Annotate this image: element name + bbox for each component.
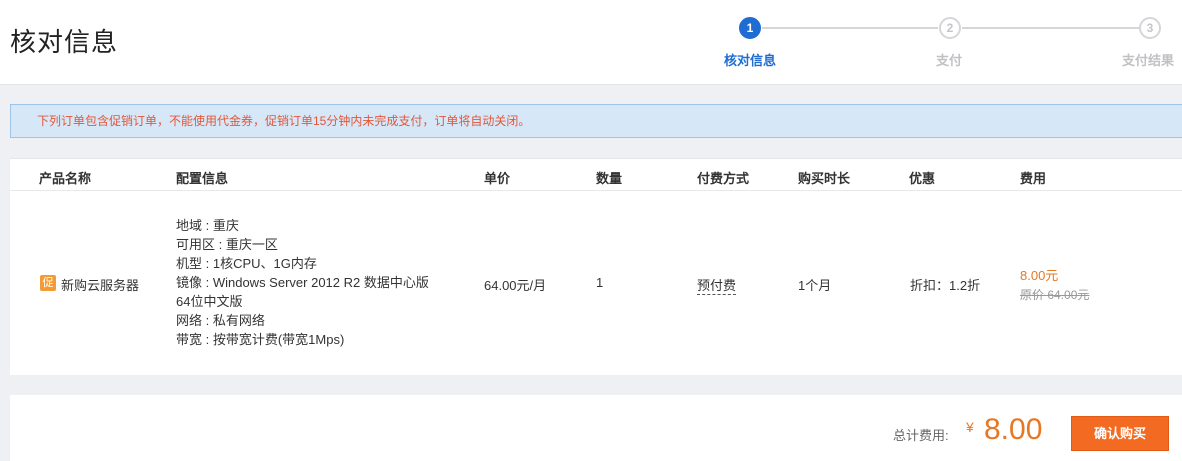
page-title: 核对信息	[10, 27, 119, 57]
promo-notice: 下列订单包含促销订单，不能使用代金券，促销订单15分钟内未完成支付，订单将自动关…	[10, 104, 1182, 138]
step-3-label: 支付结果	[1121, 53, 1175, 68]
step-1-circle: 1	[739, 17, 761, 39]
total-label: 总计费用:	[893, 428, 949, 443]
step-3-circle: 3	[1139, 17, 1161, 39]
col-quantity: 数量	[596, 171, 623, 186]
progress-steps: 1 2 3 核对信息 支付 支付结果	[720, 0, 1182, 85]
unit-price: 64.00元/月	[484, 278, 547, 293]
page-header: 核对信息 1 2 3 核对信息 支付 支付结果	[0, 0, 1182, 85]
config-bandwidth: 带宽 : 按带宽计费(带宽1Mps)	[176, 332, 345, 347]
config-region: 地域 : 重庆	[176, 218, 239, 233]
col-product-name: 产品名称	[39, 171, 92, 186]
config-image-lang: 64位中文版	[176, 294, 243, 309]
payment-method-label[interactable]: 预付费	[697, 278, 737, 295]
product-name: 新购云服务器	[61, 278, 140, 293]
config-instance-type: 机型 : 1核CPU、1G内存	[176, 256, 317, 271]
config-network: 网络 : 私有网络	[176, 313, 265, 328]
config-image: 镜像 : Windows Server 2012 R2 数据中心版	[176, 275, 429, 290]
discount: 折扣：1.2折	[910, 278, 981, 293]
payment-method[interactable]: 预付费	[697, 275, 737, 295]
order-table: 产品名称 配置信息 单价 数量 付费方式 购买时长 优惠 费用 促 新购云服务器…	[10, 158, 1182, 375]
quantity: 1	[596, 275, 604, 290]
col-payment-method: 付费方式	[697, 171, 750, 186]
col-duration: 购买时长	[798, 171, 851, 186]
step-2-circle: 2	[939, 17, 961, 39]
step-connector	[762, 27, 938, 29]
config-zone: 可用区 : 重庆一区	[176, 237, 278, 252]
col-discount: 优惠	[909, 171, 936, 186]
original-price: 原价 64.00元	[1020, 288, 1090, 302]
step-1-label: 核对信息	[723, 53, 777, 68]
config-list: 地域 : 重庆 可用区 : 重庆一区 机型 : 1核CPU、1G内存 镜像 : …	[176, 216, 429, 349]
confirm-purchase-button[interactable]: 确认购买	[1071, 416, 1169, 451]
step-connector	[962, 27, 1140, 29]
currency-symbol: ¥	[966, 419, 974, 435]
fee-price: 8.00元	[1020, 268, 1059, 283]
step-2-label: 支付	[935, 53, 963, 68]
duration: 1个月	[798, 278, 832, 293]
col-config: 配置信息	[176, 171, 229, 186]
promo-badge: 促	[40, 275, 56, 291]
col-fee: 费用	[1020, 171, 1047, 186]
order-footer: 总计费用: ¥ 8.00 确认购买	[10, 395, 1182, 461]
col-unit-price: 单价	[484, 171, 511, 186]
total-amount: 8.00	[984, 413, 1043, 446]
table-header: 产品名称 配置信息 单价 数量 付费方式 购买时长 优惠 费用	[10, 159, 1182, 191]
